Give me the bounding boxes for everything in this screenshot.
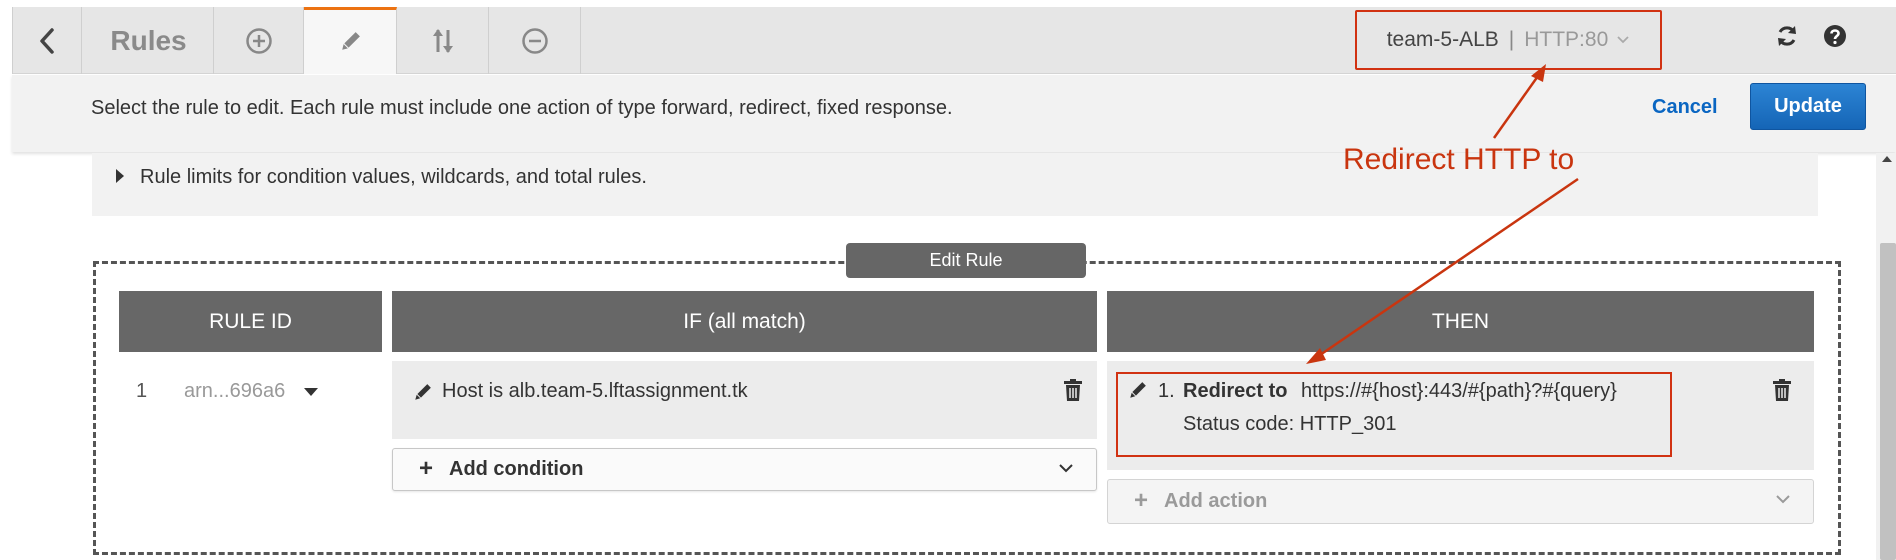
instruction-text: Select the rule to edit. Each rule must …: [91, 97, 953, 119]
help-icon[interactable]: [1823, 24, 1847, 48]
chevron-down-icon: [1617, 36, 1629, 44]
trash-icon[interactable]: [1773, 379, 1791, 401]
update-button[interactable]: Update: [1750, 83, 1866, 130]
rule-limits-text: Rule limits for condition values, wildca…: [140, 166, 647, 188]
rule-id-header: RULE ID: [119, 291, 382, 352]
pencil-icon[interactable]: [412, 383, 432, 403]
add-rule-tab[interactable]: [214, 7, 304, 74]
back-button[interactable]: [12, 7, 82, 74]
edit-rule-label: Edit Rule: [846, 243, 1086, 278]
listener-separator: |: [1508, 28, 1515, 51]
caret-down-icon[interactable]: [304, 388, 318, 396]
add-condition-button[interactable]: + Add condition: [392, 448, 1097, 491]
chevron-down-icon: [1776, 495, 1790, 504]
annotation-text: Redirect HTTP to: [1343, 143, 1575, 176]
add-action-button[interactable]: + Add action: [1107, 479, 1814, 524]
scrollbar-thumb[interactable]: [1880, 243, 1896, 560]
tab-rules[interactable]: Rules: [84, 7, 214, 74]
condition-item: Host is alb.team-5.lftassignment.tk: [392, 361, 1097, 439]
chevron-left-icon: [40, 27, 54, 54]
trash-icon[interactable]: [1064, 379, 1082, 401]
caret-right-icon: [116, 169, 124, 183]
condition-text: Host is alb.team-5.lftassignment.tk: [442, 380, 748, 402]
then-header: THEN: [1107, 291, 1814, 352]
scroll-up-arrow[interactable]: [1882, 156, 1892, 162]
edit-rule-tab[interactable]: [304, 7, 397, 74]
plus-circle-icon: [245, 27, 272, 54]
pencil-icon: [342, 32, 360, 50]
rule-number: 1: [136, 380, 148, 402]
plus-icon: +: [419, 455, 434, 482]
listener-port: HTTP:80: [1524, 28, 1609, 51]
load-balancer-name: team-5-ALB: [1386, 28, 1499, 51]
add-action-label: Add action: [1164, 490, 1268, 512]
cancel-button[interactable]: Cancel: [1652, 96, 1718, 119]
delete-rule-tab[interactable]: [489, 7, 581, 74]
minus-circle-icon: [521, 27, 548, 54]
plus-icon: +: [1134, 487, 1149, 514]
instruction-bar: Select the rule to edit. Each rule must …: [12, 75, 1896, 152]
if-header: IF (all match): [392, 291, 1097, 352]
rule-arn[interactable]: arn...696a6: [184, 380, 285, 403]
reorder-rules-tab[interactable]: [397, 7, 489, 74]
reorder-icon: [432, 28, 453, 53]
add-condition-label: Add condition: [449, 458, 584, 480]
annotation-highlight-box: [1116, 372, 1672, 457]
listener-selector[interactable]: team-5-ALB | HTTP:80: [1355, 10, 1662, 70]
refresh-icon[interactable]: [1775, 24, 1799, 48]
chevron-down-icon: [1059, 464, 1073, 473]
